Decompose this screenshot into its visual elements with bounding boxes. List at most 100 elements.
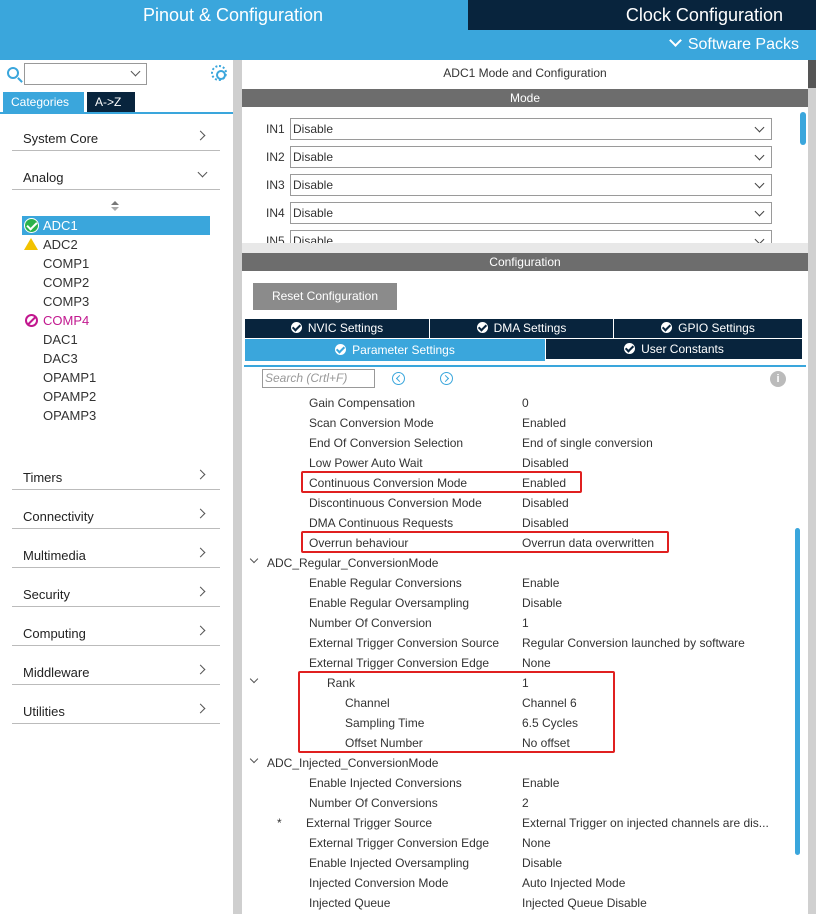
check-circle-icon (24, 218, 39, 233)
previous-match-icon[interactable] (392, 372, 405, 385)
peripheral-dac3[interactable]: DAC3 (22, 349, 210, 368)
mode-row-clip: IN5 Disable (242, 228, 800, 243)
category-computing[interactable]: Computing (12, 620, 220, 646)
param-row[interactable]: External Trigger Conversion Source Regula… (242, 633, 802, 653)
tab-label: User Constants (641, 342, 724, 356)
software-packs-menu[interactable]: Software Packs (668, 34, 799, 54)
peripheral-opamp3[interactable]: OPAMP3 (22, 406, 210, 425)
tab-nvic-settings[interactable]: NVIC Settings (245, 319, 429, 338)
top-bar: Pinout & Configuration Clock Configurati… (0, 0, 816, 60)
mode-row-in3: IN3 Disable (242, 174, 802, 196)
peripheral-label: ADC2 (43, 237, 78, 252)
tab-user-constants[interactable]: User Constants (546, 339, 802, 359)
parameter-search-input[interactable]: Search (Crtl+F) (262, 369, 375, 388)
configuration-panel: Configuration Reset Configuration NVIC S… (242, 253, 808, 914)
mode-row-in2: IN2 Disable (242, 146, 802, 168)
param-row[interactable]: Injected Conversion Mode Auto Injected Mo… (242, 873, 802, 893)
param-value: Disabled (522, 496, 569, 510)
tab-dma-settings[interactable]: DMA Settings (430, 319, 613, 338)
info-icon[interactable]: i (770, 371, 786, 387)
param-row[interactable]: External Trigger Conversion Edge None (242, 833, 802, 853)
peripheral-comp2[interactable]: COMP2 (22, 273, 210, 292)
peripheral-label: COMP3 (43, 294, 90, 309)
mode-select-in1[interactable]: Disable (290, 118, 772, 140)
tab-clock-configuration[interactable]: Clock Configuration (468, 0, 816, 30)
peripheral-opamp2[interactable]: OPAMP2 (22, 387, 210, 406)
peripheral-label: OPAMP3 (43, 408, 97, 423)
peripheral-adc1[interactable]: ADC1 (22, 216, 210, 235)
category-label: Middleware (23, 665, 90, 680)
tab-label: Parameter Settings (352, 343, 455, 357)
param-value: Enable (522, 776, 560, 790)
mode-select-in5[interactable]: Disable (290, 230, 772, 243)
param-row[interactable]: * External Trigger Source External Trigger… (242, 813, 802, 833)
param-row[interactable]: Enable Injected Conversions Enable (242, 773, 802, 793)
category-label: Computing (23, 626, 86, 641)
search-input[interactable] (24, 63, 147, 85)
mode-row-in1: IN1 Disable (242, 118, 802, 140)
param-row[interactable]: Discontinuous Conversion Mode Disabled (242, 493, 802, 513)
tab-gpio-settings[interactable]: GPIO Settings (614, 319, 802, 338)
panel-splitter[interactable] (233, 60, 242, 914)
sort-icon[interactable] (111, 201, 119, 213)
param-group-regular[interactable]: ADC_Regular_ConversionMode (242, 553, 802, 573)
param-group-injected[interactable]: ADC_Injected_ConversionMode (242, 753, 802, 773)
category-security[interactable]: Security (12, 581, 220, 607)
category-connectivity[interactable]: Connectivity (12, 503, 220, 529)
mode-select-in2[interactable]: Disable (290, 146, 772, 168)
chevron-right-icon (195, 130, 206, 141)
mode-select-in4[interactable]: Disable (290, 202, 772, 224)
param-value: Disable (522, 596, 563, 610)
peripheral-adc2[interactable]: ADC2 (22, 235, 210, 254)
param-row[interactable]: Low Power Auto Wait Disabled (242, 453, 802, 473)
param-row[interactable]: DMA Continuous Requests Disabled (242, 513, 802, 533)
param-row[interactable]: Enable Injected Oversampling Disable (242, 853, 802, 873)
right-edge-handle[interactable] (808, 60, 816, 88)
param-row[interactable]: External Trigger Conversion Edge None (242, 653, 802, 673)
parameter-scrollbar[interactable] (795, 528, 800, 855)
category-system-core[interactable]: System Core (12, 125, 220, 151)
param-row[interactable]: Number Of Conversion 1 (242, 613, 802, 633)
check-circle-icon (661, 322, 673, 333)
category-middleware[interactable]: Middleware (12, 659, 220, 685)
param-row[interactable]: End Of Conversion Selection End of single… (242, 433, 802, 453)
param-label: Enable Regular Conversions (309, 576, 462, 590)
param-value: Injected Queue Disable (522, 896, 647, 910)
next-match-icon[interactable] (440, 372, 453, 385)
param-row[interactable]: Enable Regular Oversampling Disable (242, 593, 802, 613)
category-analog[interactable]: Analog (12, 164, 220, 190)
category-multimedia[interactable]: Multimedia (12, 542, 220, 568)
tab-pinout-configuration[interactable]: Pinout & Configuration (0, 0, 466, 30)
peripheral-opamp1[interactable]: OPAMP1 (22, 368, 210, 387)
left-panel: Categories A->Z System Core Analog ADC1 … (0, 60, 233, 914)
chevron-down-icon (754, 122, 765, 133)
param-value: Auto Injected Mode (522, 876, 626, 890)
peripheral-comp4[interactable]: COMP4 (22, 311, 210, 330)
peripheral-label: COMP1 (43, 256, 90, 271)
param-row[interactable]: Scan Conversion Mode Enabled (242, 413, 802, 433)
param-value: Disable (522, 856, 563, 870)
right-edge-scroll[interactable] (808, 60, 816, 914)
mode-scrollbar[interactable] (800, 112, 806, 145)
peripheral-label: ADC1 (43, 218, 78, 233)
param-row[interactable]: Injected Queue Injected Queue Disable (242, 893, 802, 913)
param-value: Disabled (522, 516, 569, 530)
gear-icon[interactable] (211, 65, 227, 81)
chevron-down-icon (668, 34, 682, 47)
param-row[interactable]: Enable Regular Conversions Enable (242, 573, 802, 593)
param-row[interactable]: Gain Compensation 0 (242, 393, 802, 413)
peripheral-comp3[interactable]: COMP3 (22, 292, 210, 311)
category-utilities[interactable]: Utilities (12, 698, 220, 724)
param-row[interactable]: Number Of Conversions 2 (242, 793, 802, 813)
mode-row-label: IN3 (266, 178, 285, 192)
reset-configuration-button[interactable]: Reset Configuration (253, 283, 397, 310)
mode-select-in3[interactable]: Disable (290, 174, 772, 196)
tab-categories[interactable]: Categories (3, 92, 84, 112)
peripheral-comp1[interactable]: COMP1 (22, 254, 210, 273)
tab-parameter-settings[interactable]: Parameter Settings (245, 339, 545, 361)
tab-label: GPIO Settings (678, 321, 755, 335)
tab-underline (244, 365, 806, 367)
tab-a-z[interactable]: A->Z (87, 92, 135, 112)
peripheral-dac1[interactable]: DAC1 (22, 330, 210, 349)
category-timers[interactable]: Timers (12, 464, 220, 490)
